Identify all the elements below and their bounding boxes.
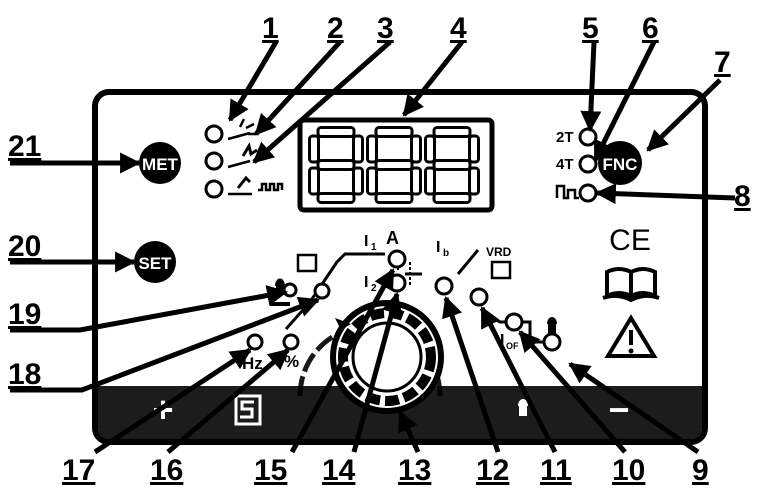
svg-text:FNC: FNC xyxy=(603,155,638,174)
welder-control-panel-diagram: MET SET 2T 4T FNC CE VRD I 1 A I 2 I b I… xyxy=(8,12,751,487)
svg-text:b: b xyxy=(443,248,449,259)
segment-a-digit-2 xyxy=(374,126,414,138)
gas-cylinder-icon-right xyxy=(547,317,557,334)
callout-9: 9 xyxy=(692,454,709,487)
callout-14: 14 xyxy=(322,454,356,487)
method-led-1 xyxy=(204,124,224,144)
led-final-current xyxy=(504,312,524,332)
pre-gas-icon xyxy=(296,253,318,273)
svg-text:2: 2 xyxy=(371,283,377,294)
segment-c-digit-1 xyxy=(352,166,364,196)
segment-b-digit-3 xyxy=(468,134,480,164)
callout-2: 2 xyxy=(327,12,344,45)
segment-e-digit-3 xyxy=(424,166,436,196)
segment-a-digit-1 xyxy=(316,126,356,138)
segment-c-digit-2 xyxy=(410,166,422,196)
vrd-icon xyxy=(490,260,512,280)
callout-13: 13 xyxy=(398,454,431,487)
callout-20: 20 xyxy=(8,230,41,263)
led-special xyxy=(578,183,598,203)
start-plate-icon xyxy=(270,302,290,306)
segment-f-digit-3 xyxy=(424,134,436,164)
svg-text:OF: OF xyxy=(506,341,519,351)
svg-text:1: 1 xyxy=(371,242,377,253)
segment-d-digit-3 xyxy=(432,192,472,204)
callout-4: 4 xyxy=(450,12,467,45)
segment-c-digit-3 xyxy=(468,166,480,196)
led-start-current xyxy=(313,282,331,300)
segment-g-digit-3 xyxy=(432,159,472,171)
callout-18: 18 xyxy=(8,358,41,391)
callout-8: 8 xyxy=(734,180,751,213)
gas-test-icon[interactable] xyxy=(518,399,528,416)
callout-10: 10 xyxy=(612,454,645,487)
led-i1-current xyxy=(387,249,407,269)
svg-text:I: I xyxy=(436,239,440,256)
led-base-current xyxy=(434,276,454,296)
callout-5: 5 xyxy=(582,12,599,45)
callout-7: 7 xyxy=(714,46,731,79)
segment-d-digit-1 xyxy=(316,192,356,204)
segment-f-digit-1 xyxy=(308,134,320,164)
svg-text:VRD: VRD xyxy=(486,245,512,259)
ce-mark: CE xyxy=(609,224,651,257)
segment-b-digit-1 xyxy=(352,134,364,164)
svg-text:I: I xyxy=(364,233,368,250)
svg-text:A: A xyxy=(386,228,399,248)
callout-1: 1 xyxy=(262,12,279,45)
set-button[interactable]: SET xyxy=(134,241,176,283)
method-led-3 xyxy=(204,179,224,199)
callout-11: 11 xyxy=(540,454,572,487)
segment-g-digit-2 xyxy=(374,159,414,171)
led-percent xyxy=(282,333,300,351)
svg-text:I: I xyxy=(364,274,368,291)
segment-a-digit-3 xyxy=(432,126,472,138)
callout-17: 17 xyxy=(62,454,95,487)
met-button[interactable]: MET xyxy=(139,142,181,184)
two-t-label: 2T xyxy=(556,129,574,146)
callout-19: 19 xyxy=(8,298,41,331)
fnc-button[interactable]: FNC xyxy=(598,141,642,185)
led-slope-down xyxy=(469,287,489,307)
method-led-2 xyxy=(204,151,224,171)
svg-text:MET: MET xyxy=(142,155,179,174)
segment-e-digit-2 xyxy=(366,166,378,196)
callout-6: 6 xyxy=(642,12,659,45)
svg-text:Hz: Hz xyxy=(242,354,263,373)
led-frequency xyxy=(246,333,264,351)
four-t-label: 4T xyxy=(556,156,574,173)
svg-text:SET: SET xyxy=(138,254,172,273)
svg-text:%: % xyxy=(284,352,299,371)
callout-21: 21 xyxy=(8,130,41,163)
callout-16: 16 xyxy=(150,454,183,487)
callout-3: 3 xyxy=(377,12,394,45)
segment-e-digit-1 xyxy=(308,166,320,196)
callout-15: 15 xyxy=(254,454,287,487)
callout-12: 12 xyxy=(476,454,509,487)
segment-b-digit-2 xyxy=(410,134,422,164)
segment-g-digit-1 xyxy=(316,159,356,171)
segment-d-digit-2 xyxy=(374,192,414,204)
digital-display xyxy=(297,117,495,213)
led-2t xyxy=(578,127,598,147)
segment-f-digit-2 xyxy=(366,134,378,164)
led-post-flow xyxy=(542,332,562,352)
